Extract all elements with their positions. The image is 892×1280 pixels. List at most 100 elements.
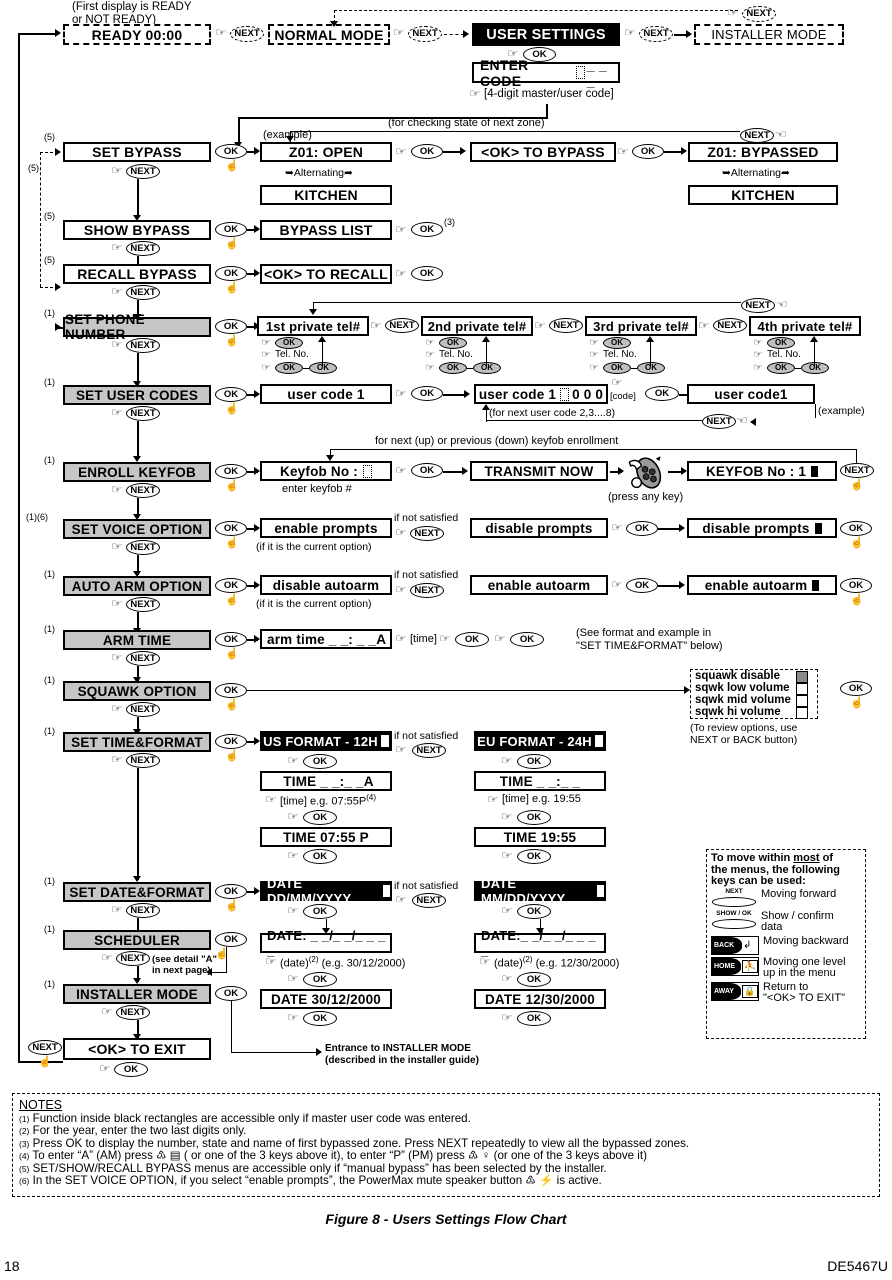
key-showok-legend-icon[interactable]: SHOW / OK (711, 910, 757, 931)
key-next-keyfob-result[interactable]: NEXT (840, 463, 874, 478)
key-next-3[interactable]: NEXT (639, 26, 673, 42)
key-ok-installer[interactable]: OK (215, 986, 247, 1001)
key-ok-sub2b[interactable]: OK (439, 362, 467, 374)
key-ok-us-3[interactable]: OK (303, 849, 337, 864)
squawk-checkbox-2[interactable] (796, 695, 808, 707)
key-next-tel1[interactable]: NEXT (385, 318, 419, 333)
key-home-legend-icon[interactable]: HOME ⛹ (711, 956, 759, 976)
key-next-timeformat[interactable]: NEXT (126, 753, 160, 768)
key-next-scheduler[interactable]: NEXT (116, 951, 150, 966)
key-ok-sub2a[interactable]: OK (439, 337, 467, 349)
key-ok-bypass-list[interactable]: OK (411, 222, 443, 237)
key-ok-z01[interactable]: OK (411, 144, 443, 159)
key-next-tel3[interactable]: NEXT (713, 318, 747, 333)
key-ok-armtime-2[interactable]: OK (510, 632, 544, 647)
key-ok-squawk[interactable]: OK (215, 683, 247, 698)
key-ok-eu-3[interactable]: OK (517, 849, 551, 864)
key-ok-sub4b[interactable]: OK (767, 362, 795, 374)
menu-arm-time[interactable]: ARM TIME (63, 630, 211, 650)
key-ok-recall-confirm[interactable]: OK (411, 266, 443, 281)
menu-installer-mode[interactable]: INSTALLER MODE (63, 984, 211, 1004)
menu-set-time-format[interactable]: SET TIME&FORMAT (63, 732, 211, 752)
key-ok-squawk-confirm[interactable]: OK (840, 681, 872, 696)
key-ok-mmdd-3[interactable]: OK (517, 1011, 551, 1026)
key-next-bypass-loop[interactable]: NEXT (740, 128, 774, 143)
key-ok-sub1b[interactable]: OK (275, 362, 303, 374)
key-next-squawk[interactable]: NEXT (126, 702, 160, 717)
key-ok-us-2[interactable]: OK (303, 810, 337, 825)
key-next-installer-loop[interactable]: NEXT (742, 6, 776, 22)
key-next-voice-alt[interactable]: NEXT (410, 526, 444, 541)
key-ok-autoarm[interactable]: OK (215, 578, 247, 593)
key-next-tel2[interactable]: NEXT (549, 318, 583, 333)
key-ok-voice-final[interactable]: OK (840, 521, 872, 536)
key-ok-armtime-1[interactable]: OK (455, 632, 489, 647)
key-next-armtime[interactable]: NEXT (126, 651, 160, 666)
key-ok-sub3b[interactable]: OK (603, 362, 631, 374)
menu-auto-arm-option[interactable]: AUTO ARM OPTION (63, 576, 211, 596)
key-next-autoarm-alt[interactable]: NEXT (410, 583, 444, 598)
key-ok-mmdd-1[interactable]: OK (517, 904, 551, 919)
key-ok-ddmm-1[interactable]: OK (303, 904, 337, 919)
key-next-autoarm[interactable]: NEXT (126, 597, 160, 612)
menu-set-voice-option[interactable]: SET VOICE OPTION (63, 519, 211, 539)
key-next-phone-loop[interactable]: NEXT (741, 298, 775, 313)
key-next-recall[interactable]: NEXT (126, 285, 160, 300)
key-ok-sub1a[interactable]: OK (275, 337, 303, 349)
key-ok-us-1[interactable]: OK (303, 754, 337, 769)
menu-set-phone-number[interactable]: SET PHONE NUMBER (63, 312, 211, 342)
key-ok-uc1[interactable]: OK (411, 386, 443, 401)
key-next-voice[interactable]: NEXT (126, 540, 160, 555)
key-ok-ddmm-3[interactable]: OK (303, 1011, 337, 1026)
key-ok-setbypass[interactable]: OK (215, 144, 247, 159)
key-next-setbypass[interactable]: NEXT (126, 164, 160, 179)
menu-recall-bypass[interactable]: RECALL BYPASS (63, 264, 211, 284)
menu-set-date-format[interactable]: SET DATE&FORMAT (63, 882, 211, 902)
key-ok-voice-confirm[interactable]: OK (626, 521, 658, 536)
menu-squawk-option[interactable]: SQUAWK OPTION (63, 681, 211, 701)
key-ok-sub3a[interactable]: OK (603, 337, 631, 349)
key-ok-autoarm-final[interactable]: OK (840, 578, 872, 593)
menu-show-bypass[interactable]: SHOW BYPASS (63, 220, 211, 240)
menu-scheduler[interactable]: SCHEDULER (63, 930, 211, 950)
key-ok-phone[interactable]: OK (215, 319, 247, 334)
key-next-legend-icon[interactable]: NEXT (711, 888, 757, 909)
key-ok-dateformat[interactable]: OK (215, 884, 247, 899)
key-next-usercodes[interactable]: NEXT (126, 406, 160, 421)
key-ok-keyfob[interactable]: OK (215, 464, 247, 479)
key-ok-exit[interactable]: OK (114, 1062, 148, 1077)
key-next-2[interactable]: NEXT (408, 26, 442, 42)
menu-enroll-keyfob[interactable]: ENROLL KEYFOB (63, 462, 211, 482)
key-next-timeformat-alt[interactable]: NEXT (412, 743, 446, 758)
key-ok-timeformat[interactable]: OK (215, 734, 247, 749)
key-away-legend-icon[interactable]: AWAY 🔒 (711, 981, 759, 1001)
key-next-1[interactable]: NEXT (230, 26, 264, 42)
key-ok-keyfob-no[interactable]: OK (411, 463, 443, 478)
menu-set-bypass[interactable]: SET BYPASS (63, 142, 211, 162)
key-ok-armtime[interactable]: OK (215, 632, 247, 647)
key-next-dateformat-alt[interactable]: NEXT (412, 893, 446, 908)
key-back-legend-icon[interactable]: BACK ↲ (711, 935, 759, 955)
key-ok-voice[interactable]: OK (215, 521, 247, 536)
key-ok-eu-1[interactable]: OK (517, 754, 551, 769)
key-ok-showbypass[interactable]: OK (215, 222, 247, 237)
key-ok-eu-2[interactable]: OK (517, 810, 551, 825)
squawk-checkbox-3[interactable] (796, 707, 808, 719)
key-ok-mmdd-2[interactable]: OK (517, 972, 551, 987)
menu-set-user-codes[interactable]: SET USER CODES (63, 385, 211, 405)
squawk-checkbox-0[interactable] (796, 671, 808, 683)
squawk-checkbox-1[interactable] (796, 683, 808, 695)
key-ok-recall[interactable]: OK (215, 266, 247, 281)
key-ok-bypass-confirm[interactable]: OK (632, 144, 664, 159)
key-ok-autoarm-confirm[interactable]: OK (626, 578, 658, 593)
key-ok-sub4a[interactable]: OK (767, 337, 795, 349)
key-ok-usercodes[interactable]: OK (215, 387, 247, 402)
key-next-showbypass[interactable]: NEXT (126, 241, 160, 256)
key-ok-uc-confirm[interactable]: OK (645, 386, 679, 401)
key-next-usercode-loop[interactable]: NEXT (702, 414, 736, 429)
key-next-phone[interactable]: NEXT (126, 338, 160, 353)
key-ok-ddmm-2[interactable]: OK (303, 972, 337, 987)
key-next-keyfob[interactable]: NEXT (126, 483, 160, 498)
key-next-dateformat[interactable]: NEXT (126, 903, 160, 918)
key-next-installer[interactable]: NEXT (116, 1005, 150, 1020)
